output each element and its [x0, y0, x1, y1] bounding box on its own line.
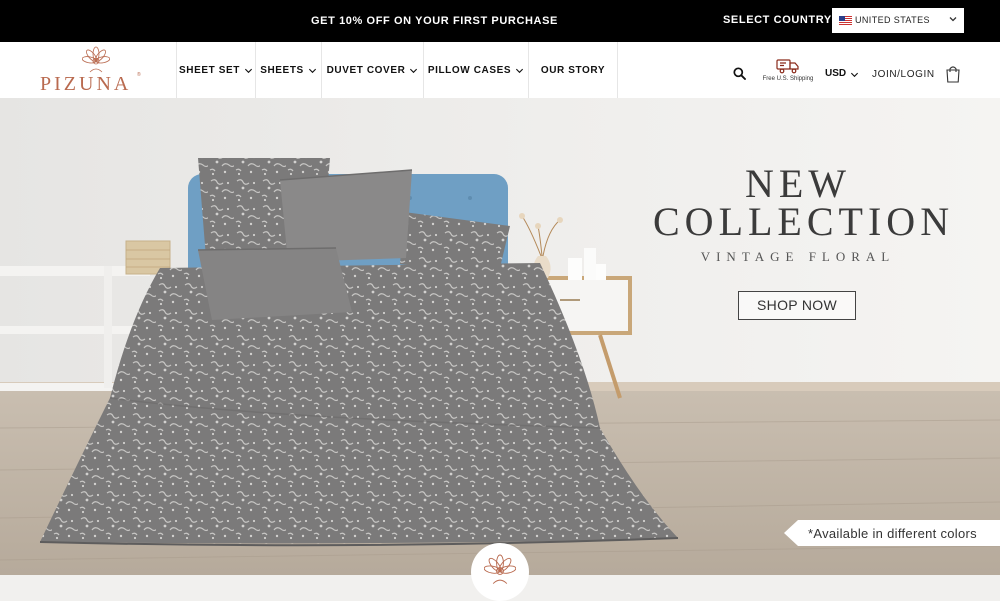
promo-bar: GET 10% OFF ON YOUR FIRST PURCHASE SELEC… [0, 0, 1000, 42]
nav-sheets[interactable]: SHEETS [255, 42, 321, 98]
country-value: UNITED STATES [855, 15, 930, 25]
nav-label: SHEETS [260, 64, 304, 76]
hero-subtitle: VINTAGE FLORAL [700, 249, 896, 264]
flower-logo-icon [82, 46, 110, 73]
shipping-label: Free U.S. Shipping [762, 76, 814, 82]
hero-banner: NEW COLLECTION VINTAGE FLORAL SHOP NOW *… [0, 98, 1000, 575]
nav-label: DUVET COVER [326, 64, 406, 76]
country-select[interactable]: UNITED STATES [832, 8, 964, 33]
nav-sheet-set[interactable]: SHEET SET [176, 42, 255, 98]
truck-icon [776, 59, 799, 74]
chevron-down-icon [244, 68, 253, 73]
logo-text: PIZUNA [40, 73, 132, 95]
nav-our-story[interactable]: OUR STORY [528, 42, 618, 98]
nav-label: SHEET SET [179, 64, 240, 76]
chevron-down-icon[interactable] [850, 70, 859, 79]
chevron-down-icon [949, 17, 957, 22]
flower-badge [471, 543, 529, 601]
nav-label: OUR STORY [540, 64, 606, 76]
nav-duvet-cover[interactable]: DUVET COVER [321, 42, 423, 98]
shop-now-button[interactable]: SHOP NOW [738, 291, 856, 320]
logo-registered-mark: ® [137, 72, 141, 78]
flower-logo-icon [484, 554, 516, 584]
join-login-link[interactable]: JOIN/LOGIN [872, 69, 935, 80]
site-header: PIZUNA ® SHEET SET SHEETS DUVET COVER PI… [0, 42, 1000, 99]
nav-pillow-cases[interactable]: PILLOW CASES [423, 42, 528, 98]
hero-title-line2: COLLECTION [653, 199, 955, 244]
chevron-down-icon [516, 68, 524, 73]
shopping-bag-icon[interactable] [945, 65, 961, 83]
free-shipping-badge[interactable]: Free U.S. Shipping [760, 58, 816, 90]
currency-selector[interactable]: USD [825, 68, 846, 79]
availability-tag: *Available in different colors [784, 520, 1000, 546]
select-country-label: SELECT COUNTRY [723, 14, 832, 26]
us-flag-icon [839, 16, 852, 25]
availability-text: *Available in different colors [808, 526, 977, 541]
chevron-down-icon [308, 68, 316, 73]
promo-text: GET 10% OFF ON YOUR FIRST PURCHASE [311, 15, 558, 27]
main-nav: SHEET SET SHEETS DUVET COVER PILLOW CASE… [176, 42, 618, 98]
nav-label: PILLOW CASES [427, 64, 512, 76]
search-icon[interactable] [733, 67, 746, 80]
pizuna-logo[interactable]: PIZUNA ® [40, 46, 142, 95]
chevron-down-icon [410, 68, 418, 73]
